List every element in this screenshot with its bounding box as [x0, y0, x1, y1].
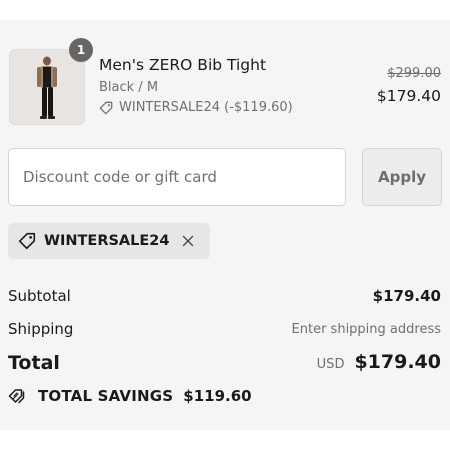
product-photo — [10, 50, 84, 124]
product-variant: Black / M — [99, 80, 159, 95]
total-savings-amount: $119.60 — [183, 387, 252, 405]
total-value: USD $179.40 — [317, 351, 441, 373]
product-discount-label: WINTERSALE24 (-$119.60) — [119, 100, 293, 115]
subtotal-label: Subtotal — [8, 287, 71, 305]
discount-code-input[interactable] — [8, 148, 346, 206]
quantity-badge: 1 — [69, 38, 93, 62]
product-thumbnail: 1 — [9, 38, 93, 125]
tag-icon — [18, 232, 36, 250]
currency-code: USD — [316, 357, 345, 372]
close-icon — [183, 235, 194, 247]
applied-discount-code: WINTERSALE24 — [44, 233, 170, 249]
product-name: Men's ZERO Bib Tight — [99, 56, 267, 74]
shipping-value: Enter shipping address — [291, 322, 441, 337]
savings-tag-icon — [8, 389, 25, 404]
total-savings: TOTAL SAVINGS $119.60 — [8, 387, 252, 405]
product-discount: WINTERSALE24 (-$119.60) — [99, 100, 293, 115]
product-price: $179.40 — [376, 87, 441, 105]
apply-button[interactable]: Apply — [362, 148, 442, 206]
remove-discount-button[interactable] — [182, 235, 194, 247]
applied-discount-chip: WINTERSALE24 — [8, 223, 210, 259]
total-amount: $179.40 — [354, 351, 441, 373]
tag-icon — [99, 101, 113, 114]
total-savings-label: TOTAL SAVINGS — [38, 387, 174, 405]
shipping-label: Shipping — [8, 320, 74, 338]
subtotal-value: $179.40 — [372, 287, 441, 305]
total-label: Total — [8, 352, 60, 374]
compare-at-price: $299.00 — [387, 66, 441, 81]
